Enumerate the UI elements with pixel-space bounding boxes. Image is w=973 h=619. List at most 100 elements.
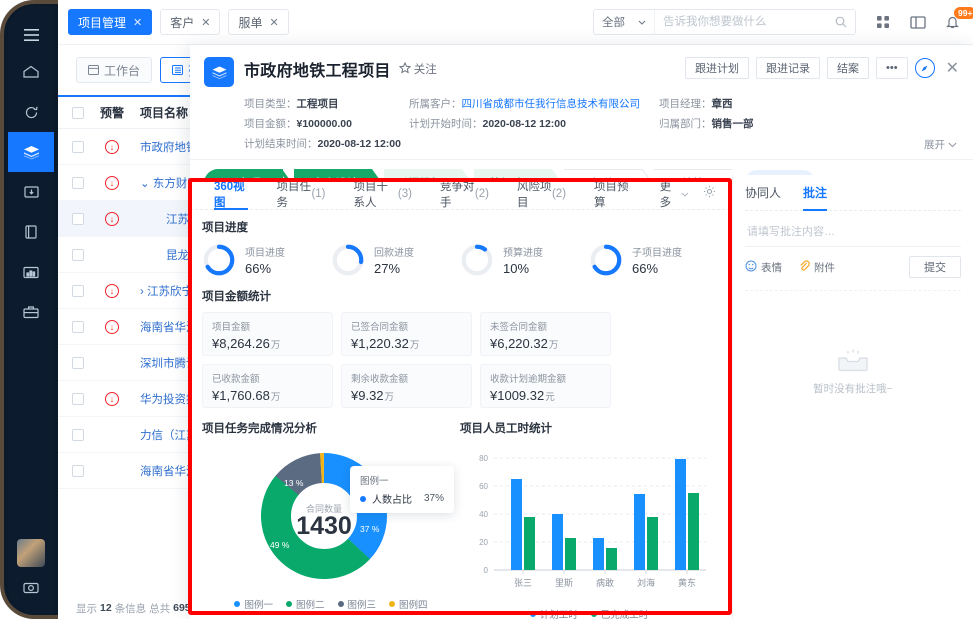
- collapse-caret-icon[interactable]: ›: [140, 286, 147, 298]
- rail-item-briefcase[interactable]: [8, 292, 54, 332]
- progress-text: 项目进度 66%: [245, 244, 285, 276]
- avatar[interactable]: [17, 539, 45, 567]
- notification-bell-icon[interactable]: 99+: [946, 15, 959, 29]
- browser-tab-1[interactable]: 客户 ✕: [160, 9, 220, 35]
- close-icon[interactable]: ✕: [201, 16, 210, 29]
- close-icon[interactable]: ✕: [133, 16, 142, 29]
- progress-ring: [202, 243, 236, 277]
- card-amount: ¥1,220.32: [351, 336, 409, 351]
- emoji-button[interactable]: 表情: [745, 260, 782, 275]
- row-checkbox[interactable]: [72, 393, 84, 405]
- ytick-3: 60: [479, 482, 488, 491]
- slice-label-0: 37 %: [360, 524, 380, 534]
- comment-input[interactable]: [745, 217, 961, 247]
- legend-item[interactable]: 图例二: [286, 597, 325, 611]
- row-checkbox[interactable]: [72, 321, 84, 333]
- legend-item[interactable]: 图例一: [234, 597, 273, 611]
- browser-tab-2[interactable]: 服单 ✕: [228, 9, 288, 35]
- row-checkbox[interactable]: [72, 357, 84, 369]
- star-icon: [399, 62, 411, 77]
- ytick-1: 20: [479, 538, 488, 547]
- top-tab-bar: 项目管理 ✕ 客户 ✕ 服单 ✕ 全部: [58, 0, 973, 45]
- progress-text: 子项目进度 66%: [632, 244, 682, 276]
- tab-collaborators[interactable]: 协同人: [745, 175, 781, 211]
- chevron-down-icon: [638, 16, 646, 28]
- rail-item-inbox[interactable]: [8, 172, 54, 212]
- xtick-2: 病敢: [596, 577, 614, 588]
- progress-ring: [331, 243, 365, 277]
- row-checkbox[interactable]: [72, 213, 84, 225]
- row-checkbox[interactable]: [72, 429, 84, 441]
- card-unit: 万: [271, 392, 281, 403]
- progress-label: 子项目进度: [632, 244, 682, 259]
- search-input[interactable]: [655, 10, 827, 34]
- attach-button[interactable]: 附件: [798, 260, 835, 275]
- slice-label-1: 49 %: [270, 540, 290, 550]
- more-actions-button[interactable]: •••: [876, 57, 908, 79]
- close-case-button[interactable]: 结案: [827, 57, 869, 79]
- card-unit: 万: [549, 340, 559, 351]
- follow-plan-button[interactable]: 跟进计划: [685, 57, 749, 79]
- progress-value: 10%: [503, 261, 543, 276]
- emoji-label: 表情: [761, 260, 782, 275]
- legend-item[interactable]: 已完成工时: [591, 607, 649, 619]
- legend-item[interactable]: 计划工时: [530, 607, 578, 619]
- tab-more[interactable]: 更多: [646, 178, 703, 210]
- tab-competitors[interactable]: 竞争对手(2): [426, 178, 503, 210]
- tab-project-tasks[interactable]: 项目任务(1): [262, 178, 339, 210]
- camera-icon[interactable]: [23, 581, 39, 599]
- rail-item-home[interactable]: [8, 52, 54, 92]
- meta-label: 项目经理：: [659, 98, 712, 110]
- legend-color-dot: [530, 611, 536, 617]
- amount-card-remaining: 剩余收款金额 ¥9.32万: [341, 364, 472, 408]
- gear-icon[interactable]: [703, 185, 720, 203]
- tooltip-row: 人数占比 37%: [360, 491, 444, 506]
- rail-item-layers[interactable]: [8, 132, 54, 172]
- close-icon[interactable]: ✕: [269, 16, 278, 29]
- view-toggle-workbench[interactable]: 工作台: [76, 57, 152, 83]
- legend-item[interactable]: 图例三: [338, 597, 377, 611]
- rail-item-refresh[interactable]: [8, 92, 54, 132]
- legend-item[interactable]: 图例四: [389, 597, 428, 611]
- apps-grid-icon[interactable]: [876, 15, 890, 29]
- card-amount: ¥1009.32: [490, 388, 544, 403]
- expand-details-button[interactable]: 展开: [924, 137, 957, 152]
- rail-item-report[interactable]: [8, 252, 54, 292]
- detail-header-top: 市政府地铁工程项目 关注 跟进计划 跟进记录 结案 •••: [204, 57, 959, 87]
- row-checkbox[interactable]: [72, 285, 84, 297]
- hamburger-icon[interactable]: [8, 18, 54, 52]
- tab-360-view[interactable]: 360视图: [200, 178, 262, 210]
- tab-stakeholders[interactable]: 项目干系人(3): [340, 178, 426, 210]
- warning-icon: ↓: [105, 320, 119, 334]
- navigate-icon[interactable]: [915, 58, 935, 78]
- expand-caret-icon[interactable]: ⌄: [140, 178, 153, 190]
- rail-item-book[interactable]: [8, 212, 54, 252]
- select-all-checkbox[interactable]: [72, 107, 84, 119]
- tab-project-budget[interactable]: 项目预算: [580, 178, 646, 210]
- tab-comments[interactable]: 批注: [803, 175, 827, 211]
- follow-button[interactable]: 关注: [399, 61, 437, 77]
- amount-card-received: 已收款金额 ¥1,760.68万: [202, 364, 333, 408]
- search-icon[interactable]: [827, 16, 855, 28]
- tab-risk-projects[interactable]: 风险项目(2): [503, 178, 580, 210]
- browser-tab-label: 项目管理: [78, 14, 126, 31]
- search-scope-select[interactable]: 全部: [594, 10, 655, 34]
- layout-panel-icon[interactable]: [910, 16, 926, 29]
- card-label: 已收款金额: [212, 371, 323, 385]
- row-checkbox[interactable]: [72, 465, 84, 477]
- tab-count: (3): [398, 188, 412, 200]
- row-checkbox[interactable]: [72, 249, 84, 261]
- empty-inbox-icon: [836, 347, 870, 376]
- row-checkbox[interactable]: [72, 141, 84, 153]
- submit-comment-button[interactable]: 提交: [909, 256, 961, 278]
- card-value: ¥8,264.26万: [212, 336, 323, 351]
- search-scope-label: 全部: [602, 14, 625, 30]
- follow-record-button[interactable]: 跟进记录: [756, 57, 820, 79]
- row-checkbox[interactable]: [72, 177, 84, 189]
- browser-tab-0[interactable]: 项目管理 ✕: [68, 9, 152, 35]
- close-drawer-icon[interactable]: ✕: [946, 58, 959, 78]
- left-nav-rail: [8, 6, 54, 613]
- row-warning-cell: ↓: [84, 212, 140, 226]
- tab-label: 更多: [660, 178, 676, 210]
- meta-value-link[interactable]: 四川省成都市任我行信息技术有限公司: [462, 98, 641, 110]
